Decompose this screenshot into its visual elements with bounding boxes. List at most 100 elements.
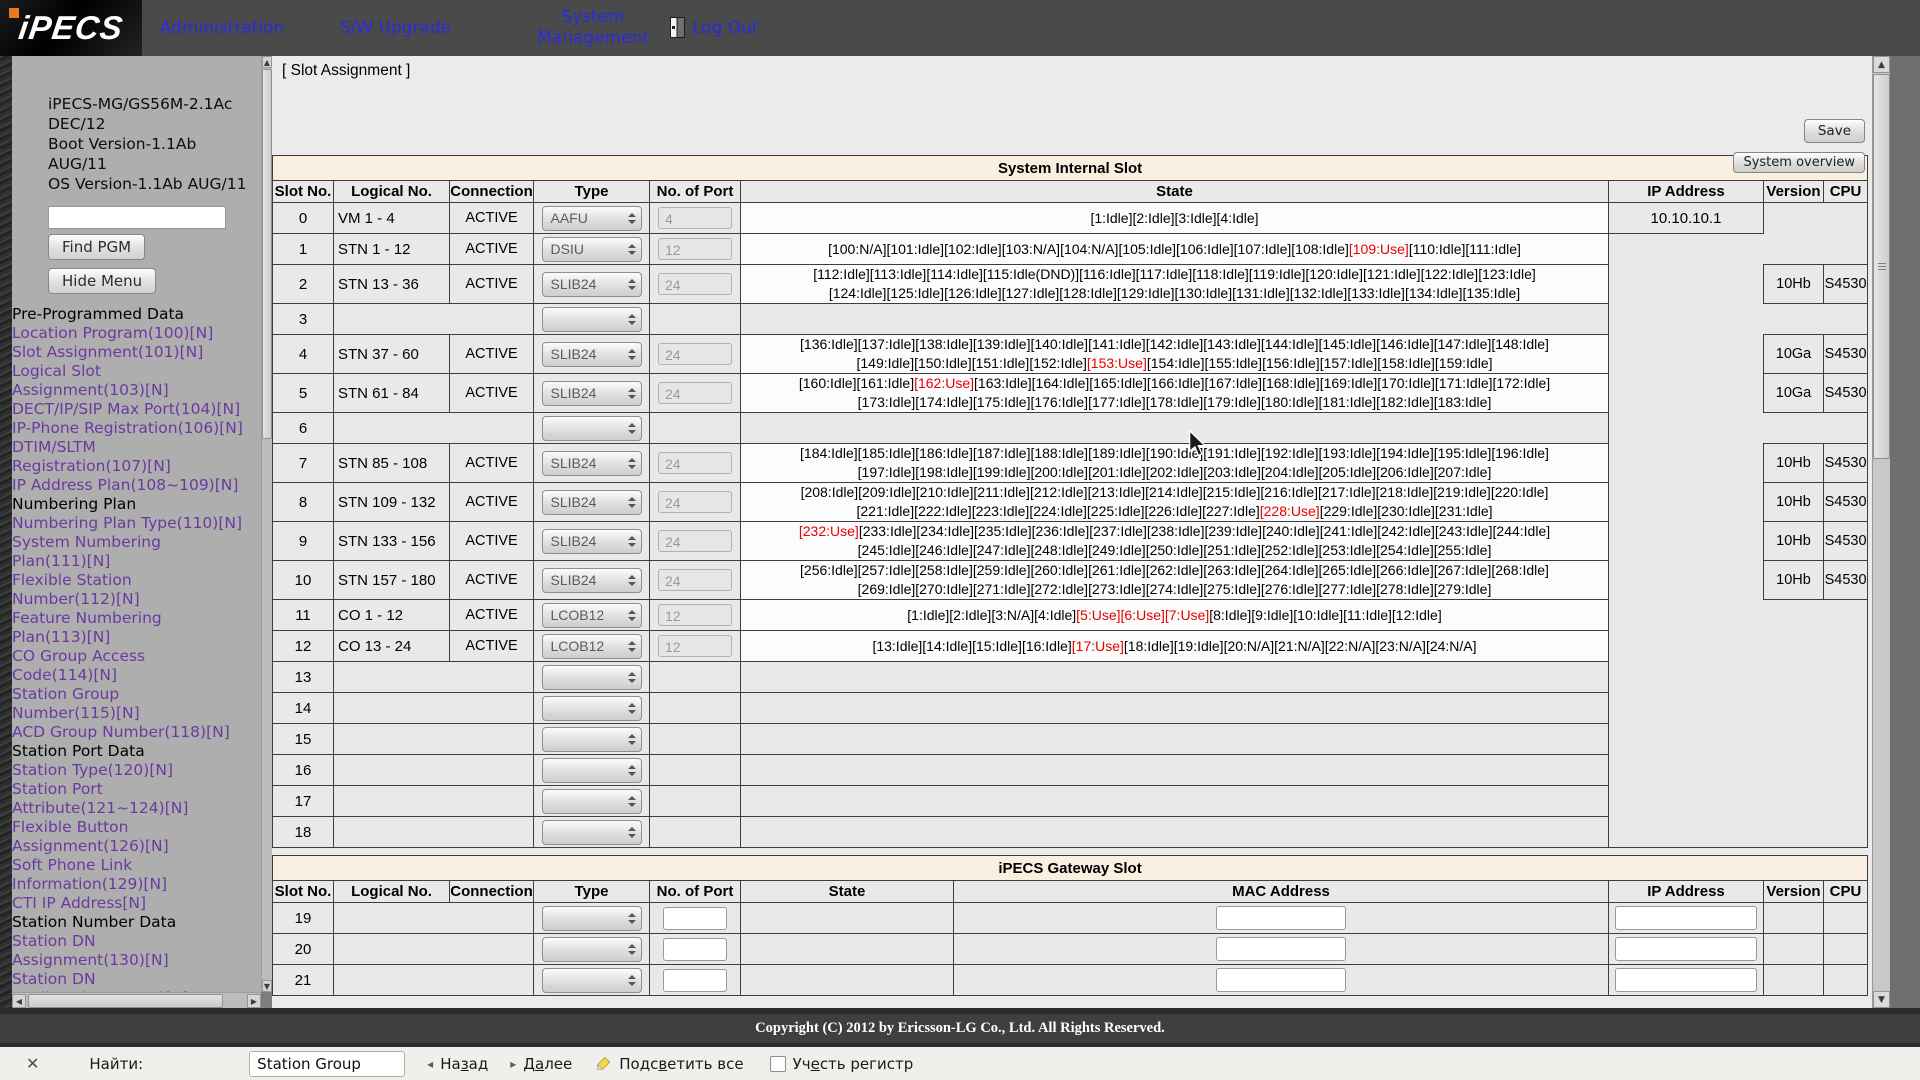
spinner-arrows-icon[interactable] xyxy=(624,213,641,224)
port-count-input[interactable]: 24 xyxy=(658,343,732,365)
type-select[interactable] xyxy=(542,789,642,814)
type-select[interactable]: LCOB12 xyxy=(542,634,642,659)
spinner-arrows-icon[interactable] xyxy=(624,796,641,807)
nav-log-out[interactable]: Log Out xyxy=(692,0,782,56)
spinner-arrows-icon[interactable] xyxy=(624,944,641,955)
mac-address-input[interactable] xyxy=(1216,968,1346,992)
scroll-up-icon[interactable]: ▲ xyxy=(262,56,272,68)
spinner-arrows-icon[interactable] xyxy=(624,497,641,508)
sidebar-menu-link[interactable]: DTIM/SLTMRegistration(107)[N] xyxy=(12,438,261,476)
port-count-input[interactable]: 24 xyxy=(658,452,732,474)
nav-sw-upgrade[interactable]: S/W Upgrade xyxy=(318,0,473,56)
port-count-input[interactable]: 12 xyxy=(658,238,732,260)
spinner-arrows-icon[interactable] xyxy=(624,314,641,325)
mac-address-input[interactable] xyxy=(1216,906,1346,930)
type-select[interactable] xyxy=(542,968,642,993)
spinner-arrows-icon[interactable] xyxy=(624,975,641,986)
type-select[interactable] xyxy=(542,416,642,441)
port-count-input[interactable] xyxy=(663,969,727,992)
match-case-checkbox[interactable]: Учесть регистр xyxy=(770,1055,914,1073)
sidebar-menu-link[interactable]: CTI IP Address[N] xyxy=(12,894,261,913)
spinner-arrows-icon[interactable] xyxy=(624,536,641,547)
sidebar-menu-link[interactable]: Station Type(120)[N] xyxy=(12,761,261,780)
mac-address-input[interactable] xyxy=(1216,937,1346,961)
type-select[interactable] xyxy=(542,696,642,721)
type-select[interactable]: SLIB24 xyxy=(542,568,642,593)
spinner-arrows-icon[interactable] xyxy=(624,388,641,399)
port-count-input[interactable]: 4 xyxy=(658,207,732,229)
type-select[interactable]: AAFU xyxy=(542,206,642,231)
sidebar-menu-link[interactable]: Station PortAttribute(121~124)[N] xyxy=(12,780,261,818)
scroll-down-icon[interactable]: ▼ xyxy=(1873,991,1890,1008)
type-select[interactable] xyxy=(542,820,642,845)
sidebar-menu-link[interactable]: Numbering Plan Type(110)[N] xyxy=(12,514,261,533)
port-count-input[interactable]: 24 xyxy=(658,569,732,591)
type-select[interactable] xyxy=(542,758,642,783)
close-icon[interactable]: ✕ xyxy=(26,1054,39,1073)
scrollbar-thumb[interactable] xyxy=(262,69,272,439)
type-select[interactable] xyxy=(542,937,642,962)
scroll-up-icon[interactable]: ▲ xyxy=(1873,56,1890,73)
type-select[interactable]: SLIB24 xyxy=(542,451,642,476)
find-pgm-button[interactable]: Find PGM xyxy=(48,234,145,260)
sidebar-menu-link[interactable]: CO Group AccessCode(114)[N] xyxy=(12,647,261,685)
spinner-arrows-icon[interactable] xyxy=(624,734,641,745)
port-count-input[interactable]: 12 xyxy=(658,604,732,626)
sidebar-menu-link[interactable]: ACD Group Number(118)[N] xyxy=(12,723,261,742)
sidebar-menu-link[interactable]: IP-Phone Registration(106)[N] xyxy=(12,419,261,438)
spinner-arrows-icon[interactable] xyxy=(624,279,641,290)
scrollbar-thumb[interactable] xyxy=(28,994,223,1008)
sidebar-menu-link[interactable]: IP Address Plan(108~109)[N] xyxy=(12,476,261,495)
scroll-down-icon[interactable]: ▼ xyxy=(262,980,272,992)
pgm-search-input[interactable] xyxy=(48,206,226,229)
sidebar-menu-link[interactable]: Flexible ButtonAssignment(126)[N] xyxy=(12,818,261,856)
spinner-arrows-icon[interactable] xyxy=(624,703,641,714)
spinner-arrows-icon[interactable] xyxy=(624,641,641,652)
sidebar-menu-link[interactable]: Location Program(100)[N] xyxy=(12,324,261,343)
type-select[interactable]: SLIB24 xyxy=(542,529,642,554)
spinner-arrows-icon[interactable] xyxy=(624,575,641,586)
port-count-input[interactable]: 24 xyxy=(658,382,732,404)
hide-menu-button[interactable]: Hide Menu xyxy=(48,268,156,294)
type-select[interactable] xyxy=(542,307,642,332)
type-select[interactable]: LCOB12 xyxy=(542,603,642,628)
type-select[interactable]: DSIU xyxy=(542,237,642,262)
spinner-arrows-icon[interactable] xyxy=(624,244,641,255)
port-count-input[interactable] xyxy=(663,938,727,961)
sidebar-menu-link[interactable]: Station GroupNumber(115)[N] xyxy=(12,685,261,723)
ip-address-input[interactable] xyxy=(1615,906,1757,930)
spinner-arrows-icon[interactable] xyxy=(624,458,641,469)
sidebar-menu-link[interactable]: Logical SlotAssignment(103)[N] xyxy=(12,362,261,400)
save-button[interactable]: Save xyxy=(1804,119,1865,143)
type-select[interactable]: SLIB24 xyxy=(542,342,642,367)
spinner-arrows-icon[interactable] xyxy=(624,610,641,621)
port-count-input[interactable] xyxy=(663,907,727,930)
port-count-input[interactable]: 12 xyxy=(658,635,732,657)
spinner-arrows-icon[interactable] xyxy=(624,765,641,776)
port-count-input[interactable]: 24 xyxy=(658,491,732,513)
spinner-arrows-icon[interactable] xyxy=(624,827,641,838)
find-previous-button[interactable]: ◂ Назад xyxy=(427,1055,488,1073)
type-select[interactable]: SLIB24 xyxy=(542,272,642,297)
spinner-arrows-icon[interactable] xyxy=(624,349,641,360)
type-select[interactable]: SLIB24 xyxy=(542,490,642,515)
port-count-input[interactable]: 24 xyxy=(658,530,732,552)
spinner-arrows-icon[interactable] xyxy=(624,913,641,924)
scroll-right-icon[interactable]: ▶ xyxy=(247,994,261,1008)
sidebar-menu-link[interactable]: Flexible StationNumber(112)[N] xyxy=(12,571,261,609)
system-overview-button[interactable]: System overview xyxy=(1733,152,1865,173)
sidebar-menu-link[interactable]: Station DNAssignment(130)[N] xyxy=(12,932,261,970)
type-select[interactable] xyxy=(542,906,642,931)
nav-administration[interactable]: Administration xyxy=(147,0,297,56)
port-count-input[interactable]: 24 xyxy=(658,273,732,295)
spinner-arrows-icon[interactable] xyxy=(624,672,641,683)
scroll-left-icon[interactable]: ◀ xyxy=(12,994,26,1008)
type-select[interactable] xyxy=(542,727,642,752)
nav-system-management[interactable]: System Management xyxy=(528,0,658,56)
scrollbar-thumb[interactable] xyxy=(1873,74,1890,459)
type-select[interactable]: SLIB24 xyxy=(542,381,642,406)
sidebar-menu-link[interactable]: Soft Phone LinkInformation(129)[N] xyxy=(12,856,261,894)
highlight-all-button[interactable]: Подсветить все xyxy=(594,1055,743,1073)
sidebar-horizontal-scrollbar[interactable]: ◀ ▶ xyxy=(12,992,261,1009)
find-input[interactable] xyxy=(249,1051,405,1077)
